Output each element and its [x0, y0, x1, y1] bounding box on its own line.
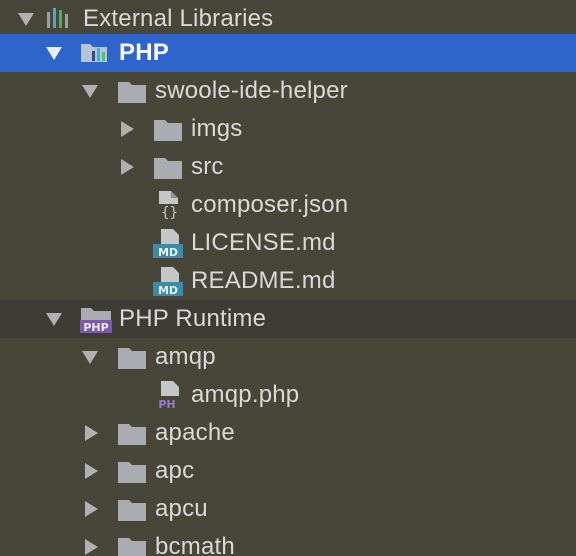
tree-node-php[interactable]: PHP	[0, 34, 576, 72]
chevron-down-icon[interactable]	[82, 85, 98, 98]
project-tree: External Libraries PHP swoole-ide-helper…	[0, 0, 576, 556]
tree-node-label: amqp	[155, 343, 216, 370]
tree-node-label: composer.json	[191, 191, 349, 218]
md-badge-text: MD	[158, 246, 178, 259]
tree-node-external-libraries[interactable]: External Libraries	[0, 0, 576, 38]
folder-icon	[118, 462, 146, 483]
tree-node-composer-json[interactable]: {} composer.json	[0, 186, 576, 224]
tree-node-label: LICENSE.md	[191, 229, 336, 256]
tree-node-bcmath[interactable]: bcmath	[0, 528, 576, 556]
md-badge-text: MD	[158, 284, 178, 297]
chevron-right-icon[interactable]	[85, 539, 98, 555]
php-library-folder-icon	[80, 40, 107, 64]
folder-icon	[118, 500, 146, 521]
folder-icon	[118, 348, 146, 369]
tree-node-apc[interactable]: apc	[0, 452, 576, 490]
tree-node-apcu[interactable]: apcu	[0, 490, 576, 528]
tree-node-label: apache	[155, 419, 235, 446]
chevron-down-icon[interactable]	[46, 313, 62, 326]
chevron-right-icon[interactable]	[85, 425, 98, 441]
svg-text:{}: {}	[161, 205, 178, 219]
tree-node-label: amqp.php	[191, 381, 300, 408]
tree-node-label: README.md	[191, 267, 336, 294]
markdown-file-icon: MD	[153, 267, 183, 297]
chevron-down-icon[interactable]	[46, 47, 62, 60]
tree-node-src[interactable]: src	[0, 148, 576, 186]
tree-node-label: swoole-ide-helper	[155, 77, 348, 104]
tree-node-label: PHP	[119, 39, 169, 66]
php-file-icon: PH	[153, 381, 183, 411]
folder-icon	[118, 424, 146, 445]
chevron-right-icon[interactable]	[121, 159, 134, 175]
tree-node-imgs[interactable]: imgs	[0, 110, 576, 148]
chevron-down-icon[interactable]	[18, 13, 34, 26]
chevron-right-icon[interactable]	[85, 501, 98, 517]
tree-node-amqp[interactable]: amqp	[0, 338, 576, 376]
markdown-file-icon: MD	[153, 229, 183, 259]
chevron-down-icon[interactable]	[82, 351, 98, 364]
folder-icon	[118, 538, 146, 556]
tree-node-license-md[interactable]: MD LICENSE.md	[0, 224, 576, 262]
chevron-right-icon[interactable]	[85, 463, 98, 479]
tree-node-label: External Libraries	[83, 5, 274, 32]
json-file-icon: {}	[157, 191, 182, 219]
tree-node-label: apcu	[155, 495, 208, 522]
php-badge-text: PHP	[83, 321, 108, 334]
tree-node-label: apc	[155, 457, 195, 484]
tree-node-amqp-php[interactable]: PH amqp.php	[0, 376, 576, 414]
folder-icon	[118, 82, 146, 103]
tree-node-label: PHP Runtime	[119, 305, 267, 332]
folder-icon	[154, 120, 182, 141]
folder-icon	[154, 158, 182, 179]
php-badge-text: PH	[158, 398, 175, 411]
tree-node-label: imgs	[191, 115, 243, 142]
tree-node-readme-md[interactable]: MD README.md	[0, 262, 576, 300]
tree-node-swoole-ide-helper[interactable]: swoole-ide-helper	[0, 72, 576, 110]
tree-node-php-runtime[interactable]: PHP PHP Runtime	[0, 300, 576, 338]
php-runtime-folder-icon: PHP	[80, 306, 112, 334]
tree-node-label: src	[191, 153, 224, 180]
chevron-right-icon[interactable]	[121, 121, 134, 137]
library-bars-icon	[45, 6, 71, 30]
tree-node-label: bcmath	[155, 533, 235, 556]
tree-node-apache[interactable]: apache	[0, 414, 576, 452]
